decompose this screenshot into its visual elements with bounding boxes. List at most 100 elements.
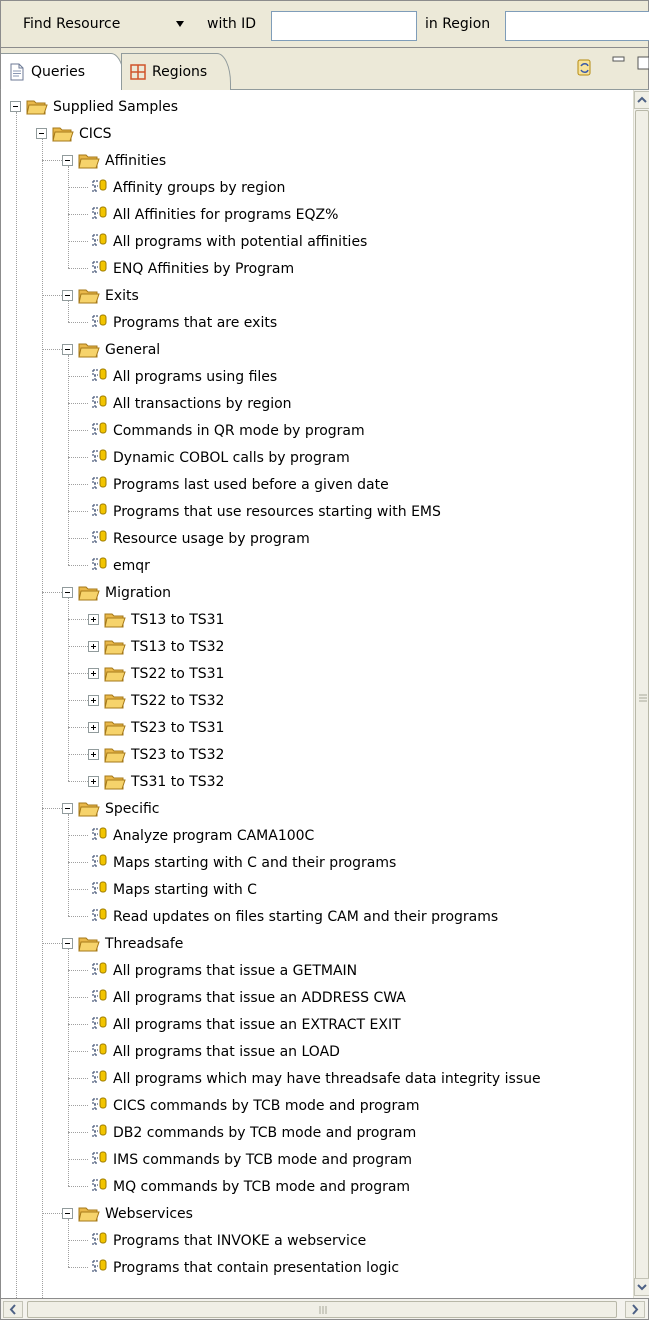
- tree-node-migration-folder[interactable]: TS22 to TS32: [104, 687, 224, 714]
- tree-node-migration-folder[interactable]: TS22 to TS31: [104, 660, 224, 687]
- query-item[interactable]: MQ commands by TCB mode and program: [88, 1173, 410, 1200]
- query-icon: [88, 907, 108, 927]
- expand-toggle[interactable]: [88, 776, 99, 787]
- collapse-toggle[interactable]: [62, 938, 73, 949]
- query-label: ENQ Affinities by Program: [113, 260, 295, 277]
- folder-icon: [104, 665, 126, 683]
- resource-id-input[interactable]: [271, 11, 417, 41]
- query-item[interactable]: Resource usage by program: [88, 525, 310, 552]
- collapse-toggle[interactable]: [62, 1208, 73, 1219]
- tree-node-migration-folder[interactable]: TS13 to TS31: [104, 606, 224, 633]
- scroll-down-button[interactable]: [634, 1278, 649, 1296]
- query-icon: [88, 1177, 108, 1197]
- query-item[interactable]: All programs using files: [88, 363, 277, 390]
- resource-type-combo[interactable]: Find Resource: [23, 16, 120, 32]
- query-item[interactable]: Read updates on files starting CAM and t…: [88, 903, 498, 930]
- query-label: DB2 commands by TCB mode and program: [113, 1124, 417, 1141]
- query-item[interactable]: All programs which may have threadsafe d…: [88, 1065, 541, 1092]
- expand-toggle[interactable]: [88, 614, 99, 625]
- scroll-left-button[interactable]: [3, 1301, 23, 1318]
- tree-node-supplied-samples[interactable]: Supplied Samples: [26, 93, 178, 120]
- query-label: All programs that issue an ADDRESS CWA: [113, 989, 406, 1006]
- tree-node-webservices[interactable]: Webservices: [78, 1200, 193, 1227]
- vertical-scroll-thumb[interactable]: [635, 110, 649, 1290]
- query-icon: [88, 367, 108, 387]
- folder-icon: [104, 611, 126, 629]
- tree-node-specific[interactable]: Specific: [78, 795, 160, 822]
- query-item[interactable]: All programs that issue an ADDRESS CWA: [88, 984, 406, 1011]
- query-icon: [88, 448, 108, 468]
- collapse-toggle[interactable]: [10, 101, 21, 112]
- tree-node-migration-folder[interactable]: TS31 to TS32: [104, 768, 224, 795]
- query-item[interactable]: CICS commands by TCB mode and program: [88, 1092, 420, 1119]
- expand-toggle[interactable]: [88, 641, 99, 652]
- tree-node-general[interactable]: General: [78, 336, 160, 363]
- tree-node-label: Threadsafe: [105, 935, 184, 952]
- tree-node-affinities[interactable]: Affinities: [78, 147, 166, 174]
- scroll-right-button[interactable]: [625, 1301, 645, 1318]
- tree-node-migration-folder[interactable]: TS23 to TS31: [104, 714, 224, 741]
- query-item[interactable]: All programs that issue an LOAD: [88, 1038, 340, 1065]
- query-item[interactable]: emqr: [88, 552, 150, 579]
- query-item[interactable]: Programs that are exits: [88, 309, 277, 336]
- folder-icon: [52, 125, 74, 143]
- query-label: Programs last used before a given date: [113, 476, 389, 493]
- tab-regions[interactable]: Regions: [121, 53, 231, 90]
- tab-queries[interactable]: Queries: [1, 53, 125, 90]
- expand-toggle[interactable]: [88, 695, 99, 706]
- query-item[interactable]: Analyze program CAMA100C: [88, 822, 314, 849]
- query-item[interactable]: Programs that use resources starting wit…: [88, 498, 441, 525]
- query-item[interactable]: All programs with potential affinities: [88, 228, 367, 255]
- collapse-toggle[interactable]: [62, 155, 73, 166]
- query-item[interactable]: IMS commands by TCB mode and program: [88, 1146, 412, 1173]
- tree-node-cics[interactable]: CICS: [52, 120, 112, 147]
- minimize-icon[interactable]: [612, 56, 626, 66]
- tree-node-migration-folder[interactable]: TS13 to TS32: [104, 633, 224, 660]
- query-item[interactable]: Dynamic COBOL calls by program: [88, 444, 350, 471]
- tree-node-migration[interactable]: Migration: [78, 579, 171, 606]
- query-item[interactable]: Programs last used before a given date: [88, 471, 389, 498]
- tree-node-migration-folder[interactable]: TS23 to TS32: [104, 741, 224, 768]
- collapse-toggle[interactable]: [62, 290, 73, 301]
- query-item[interactable]: All programs that issue a GETMAIN: [88, 957, 357, 984]
- query-item[interactable]: All programs that issue an EXTRACT EXIT: [88, 1011, 401, 1038]
- tree-node-exits[interactable]: Exits: [78, 282, 139, 309]
- tree-node-label: TS13 to TS31: [131, 611, 225, 628]
- folder-icon: [78, 1205, 100, 1223]
- folder-icon: [78, 152, 100, 170]
- expand-toggle[interactable]: [88, 668, 99, 679]
- tree-node-threadsafe[interactable]: Threadsafe: [78, 930, 183, 957]
- chevron-down-icon[interactable]: [176, 21, 184, 27]
- query-item[interactable]: ENQ Affinities by Program: [88, 255, 294, 282]
- vertical-scrollbar[interactable]: [633, 90, 649, 1298]
- query-item[interactable]: DB2 commands by TCB mode and program: [88, 1119, 416, 1146]
- query-item[interactable]: All Affinities for programs EQZ%: [88, 201, 338, 228]
- query-item[interactable]: Commands in QR mode by program: [88, 417, 365, 444]
- collapse-toggle[interactable]: [36, 128, 47, 139]
- query-label: All programs with potential affinities: [113, 233, 368, 250]
- query-icon: [88, 529, 108, 549]
- query-item[interactable]: All transactions by region: [88, 390, 292, 417]
- query-label: IMS commands by TCB mode and program: [113, 1151, 413, 1168]
- maximize-icon[interactable]: [637, 56, 649, 70]
- expand-toggle[interactable]: [88, 749, 99, 760]
- query-item[interactable]: Affinity groups by region: [88, 174, 285, 201]
- expand-toggle[interactable]: [88, 722, 99, 733]
- query-label: All programs that issue a GETMAIN: [113, 962, 358, 979]
- query-item[interactable]: Maps starting with C: [88, 876, 257, 903]
- folder-icon: [78, 287, 100, 305]
- query-item[interactable]: Programs that INVOKE a webservice: [88, 1227, 366, 1254]
- horizontal-scrollbar[interactable]: [0, 1298, 649, 1320]
- collapse-toggle[interactable]: [62, 587, 73, 598]
- horizontal-scroll-thumb[interactable]: [27, 1301, 617, 1318]
- tree-node-label: TS13 to TS32: [131, 638, 225, 655]
- scroll-up-button[interactable]: [634, 91, 649, 109]
- collapse-toggle[interactable]: [62, 344, 73, 355]
- link-with-editor-icon[interactable]: [575, 57, 595, 79]
- query-item[interactable]: Programs that contain presentation logic: [88, 1254, 399, 1281]
- folder-icon: [104, 638, 126, 656]
- collapse-toggle[interactable]: [62, 803, 73, 814]
- query-icon: [88, 880, 108, 900]
- query-item[interactable]: Maps starting with C and their programs: [88, 849, 396, 876]
- region-input[interactable]: [505, 11, 649, 41]
